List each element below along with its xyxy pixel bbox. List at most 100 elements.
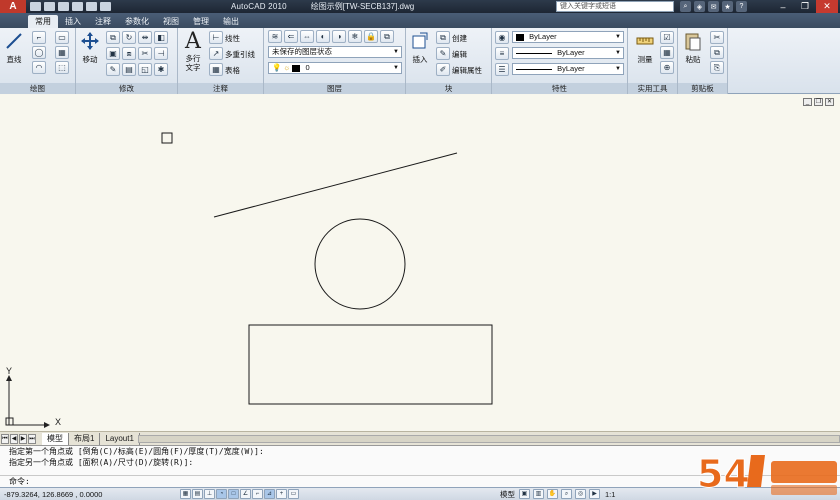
search-icon[interactable]: ⌕ [680, 1, 691, 12]
save-icon[interactable] [58, 2, 69, 11]
line-entity[interactable] [213, 152, 458, 218]
tab-output[interactable]: 输出 [216, 15, 246, 28]
showmotion-icon[interactable]: ▶ [589, 489, 600, 499]
circle-icon[interactable]: ◯ [32, 46, 46, 59]
lineweight-icon[interactable]: ☰ [495, 63, 509, 76]
layer-off-icon[interactable]: ◑ [332, 30, 346, 43]
dyn-icon[interactable]: ⊿ [264, 489, 275, 499]
pan-icon[interactable]: ✋ [547, 489, 558, 499]
modify-panel-title[interactable]: 修改 [76, 83, 177, 94]
edit-attribute-label[interactable]: 编辑属性 [452, 65, 482, 76]
restore-icon[interactable]: ❐ [794, 0, 816, 13]
grid-icon[interactable]: ▤ [192, 489, 203, 499]
search-input[interactable]: 键入关键字或短语 [556, 1, 674, 12]
application-menu-button[interactable]: A [0, 0, 26, 13]
layer-freeze-icon[interactable]: ❄ [348, 30, 362, 43]
table-label[interactable]: 表格 [225, 65, 240, 76]
first-tab-icon[interactable]: ⏮ [1, 433, 9, 444]
help-icon[interactable]: ? [736, 1, 747, 12]
clipboard-panel-title[interactable]: 剪贴板 [678, 83, 727, 94]
linetype-icon[interactable]: ≡ [495, 47, 509, 60]
layer-properties-icon[interactable]: ≋ [268, 30, 282, 43]
lineweight-dropdown[interactable]: ByLayer ▼ [512, 63, 624, 75]
arc-icon[interactable]: ◠ [32, 61, 46, 74]
layer-isolate-icon[interactable]: ◐ [316, 30, 330, 43]
layer-state-dropdown[interactable]: 未保存的图层状态 ▼ [268, 46, 402, 58]
id-point-icon[interactable]: ⊕ [660, 61, 674, 74]
ortho-icon[interactable]: ⊥ [204, 489, 215, 499]
plot-icon[interactable] [100, 2, 111, 11]
mtext-button[interactable]: A 多行 文字 [182, 29, 204, 73]
rectangle-icon[interactable]: ▭ [55, 31, 69, 44]
erase-icon[interactable]: ✎ [106, 63, 120, 76]
tab-model[interactable]: 模型 [42, 432, 69, 445]
utilities-panel-title[interactable]: 实用工具 [628, 83, 677, 94]
rotate-icon[interactable]: ↻ [122, 31, 136, 44]
circle-entity[interactable] [314, 218, 406, 310]
scale-icon[interactable]: ▣ [106, 47, 120, 60]
paste-button[interactable]: 粘贴 [682, 30, 704, 65]
close-icon[interactable]: ✕ [816, 0, 838, 13]
extend-icon[interactable]: ⊣ [154, 47, 168, 60]
block-panel-title[interactable]: 块 [406, 83, 491, 94]
edit-attribute-icon[interactable]: ✐ [436, 63, 450, 76]
layer-walk-icon[interactable]: ⧉ [380, 30, 394, 43]
explode-icon[interactable]: ✱ [154, 63, 168, 76]
undo-icon[interactable] [72, 2, 83, 11]
region-icon[interactable]: ⬚ [55, 61, 69, 74]
linear-dimension-icon[interactable]: ⊢ [209, 31, 223, 44]
lineweight-toggle-icon[interactable]: + [276, 489, 287, 499]
copy-clip-icon[interactable]: ⧉ [710, 46, 724, 59]
favorites-icon[interactable]: ★ [722, 1, 733, 12]
next-tab-icon[interactable]: ▶ [19, 433, 27, 444]
copy-icon[interactable]: ⧉ [106, 31, 120, 44]
tab-layout1-en[interactable]: Layout1 [100, 432, 140, 445]
create-block-icon[interactable]: ⧉ [436, 31, 450, 44]
move-button[interactable]: 移动 [79, 30, 101, 65]
redo-icon[interactable] [86, 2, 97, 11]
horizontal-scrollbar[interactable] [138, 435, 840, 443]
annotation-panel-title[interactable]: 注释 [178, 83, 263, 94]
layer-match-icon[interactable]: ⇔ [300, 30, 314, 43]
tab-manage[interactable]: 管理 [186, 15, 216, 28]
model-space-label[interactable]: 模型 [498, 489, 517, 500]
mleader-icon[interactable]: ↗ [209, 47, 223, 60]
edit-label[interactable]: 编辑 [452, 49, 467, 60]
prev-tab-icon[interactable]: ◀ [10, 433, 18, 444]
quick-props-icon[interactable]: ▭ [288, 489, 299, 499]
layers-panel-title[interactable]: 图层 [264, 83, 405, 94]
insert-block-button[interactable]: 插入 [409, 30, 431, 65]
layer-dropdown[interactable]: 💡 ☼ 0 ▼ [268, 62, 402, 74]
osnap-icon[interactable]: □ [228, 489, 239, 499]
zoom-icon[interactable]: ⌕ [561, 489, 572, 499]
tab-annotate[interactable]: 注释 [88, 15, 118, 28]
properties-panel-title[interactable]: 特性 [492, 83, 627, 94]
draw-panel-title[interactable]: 绘图 [0, 83, 75, 94]
ducs-icon[interactable]: ⌐ [252, 489, 263, 499]
drawing-canvas[interactable]: _ ❐ ✕ Y X [0, 95, 840, 431]
quick-view-layouts-icon[interactable]: ▣ [519, 489, 530, 499]
array-icon[interactable]: ▤ [122, 63, 136, 76]
hatch-icon[interactable]: ▦ [55, 46, 69, 59]
annotation-scale[interactable]: 1:1 [603, 490, 617, 499]
last-tab-icon[interactable]: ⏭ [28, 433, 36, 444]
layer-lock-icon[interactable]: 🔒 [364, 30, 378, 43]
steering-wheel-icon[interactable]: ◎ [575, 489, 586, 499]
mirror-icon[interactable]: ⇹ [138, 31, 152, 44]
linear-label[interactable]: 线性 [225, 33, 240, 44]
tab-layout-1[interactable]: 布局1 [69, 432, 101, 445]
measure-button[interactable]: 测量 [634, 30, 656, 65]
calculator-icon[interactable]: ▦ [660, 46, 674, 59]
subscription-center-icon[interactable]: ◈ [694, 1, 705, 12]
stretch-icon[interactable]: ◧ [154, 31, 168, 44]
new-file-icon[interactable] [30, 2, 41, 11]
rectangle-entity[interactable] [248, 324, 493, 405]
communication-center-icon[interactable]: ✉ [708, 1, 719, 12]
otrack-icon[interactable]: ∠ [240, 489, 251, 499]
cut-icon[interactable]: ✂ [710, 31, 724, 44]
coordinate-readout[interactable]: -879.3264, 126.8669 , 0.0000 [0, 490, 180, 499]
quick-select-icon[interactable]: ☑ [660, 31, 674, 44]
create-label[interactable]: 创建 [452, 33, 467, 44]
line-button[interactable]: 直线 [3, 30, 25, 65]
snap-icon[interactable]: ▦ [180, 489, 191, 499]
